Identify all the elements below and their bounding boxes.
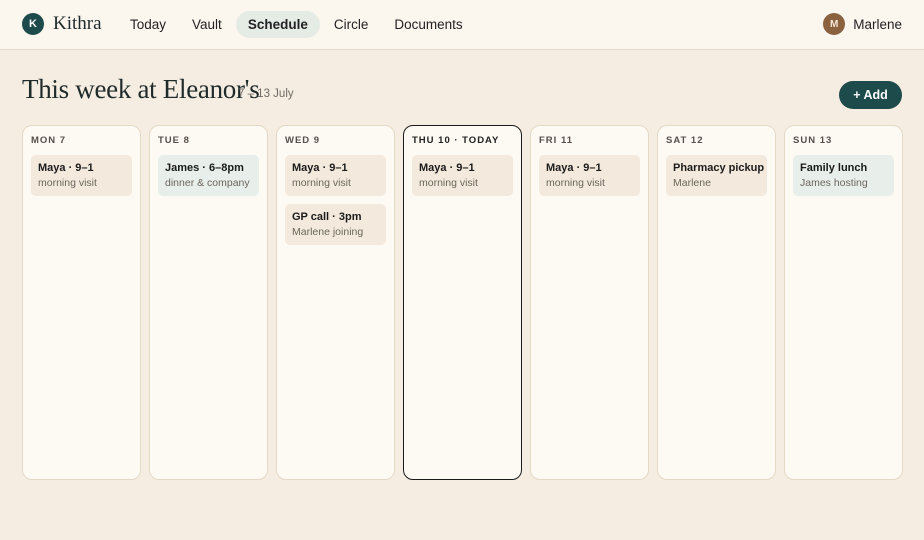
event-card[interactable]: Pharmacy pickup Marlene xyxy=(666,155,767,196)
event-list: Maya · 9–1 morning visit xyxy=(539,155,640,196)
app-logo[interactable]: K Kithra xyxy=(22,13,102,35)
event-subtitle: Marlene xyxy=(673,177,711,189)
nav-schedule[interactable]: Schedule xyxy=(235,11,320,38)
day-column[interactable]: FRI 11 Maya · 9–1 morning visit xyxy=(530,125,649,480)
event-title: Family lunch xyxy=(800,162,868,174)
event-title: James · 6–8pm xyxy=(165,162,244,174)
day-header: SUN 13 xyxy=(793,135,833,146)
day-header: FRI 11 xyxy=(539,135,573,146)
event-card[interactable]: GP call · 3pm Marlene joining xyxy=(285,204,386,245)
day-column[interactable]: SUN 13 Family lunch James hosting xyxy=(784,125,903,480)
week-grid: MON 7 Maya · 9–1 morning visit TUE 8 James ·… xyxy=(22,125,903,480)
event-card[interactable]: Family lunch James hosting xyxy=(793,155,894,196)
event-subtitle: morning visit xyxy=(419,177,478,189)
day-header: WED 9 xyxy=(285,135,321,146)
user-name: Marlene xyxy=(853,16,902,32)
event-title: Maya · 9–1 xyxy=(546,162,602,174)
day-header: THU 10 · TODAY xyxy=(412,135,500,146)
event-subtitle: morning visit xyxy=(38,177,97,189)
event-card[interactable]: Maya · 9–1 morning visit xyxy=(285,155,386,196)
event-subtitle: morning visit xyxy=(546,177,605,189)
event-card[interactable]: James · 6–8pm dinner & company xyxy=(158,155,259,196)
user-menu[interactable]: M Marlene xyxy=(823,13,902,35)
event-list: Maya · 9–1 morning visit xyxy=(412,155,513,196)
event-title: Maya · 9–1 xyxy=(419,162,475,174)
day-column[interactable]: SAT 12 Pharmacy pickup Marlene xyxy=(657,125,776,480)
event-title: GP call · 3pm xyxy=(292,211,362,223)
event-card[interactable]: Maya · 9–1 morning visit xyxy=(539,155,640,196)
day-header: MON 7 xyxy=(31,135,67,146)
day-header: TUE 8 xyxy=(158,135,190,146)
event-subtitle: morning visit xyxy=(292,177,351,189)
event-subtitle: James hosting xyxy=(800,177,868,189)
event-title: Pharmacy pickup xyxy=(673,162,765,174)
event-list: James · 6–8pm dinner & company xyxy=(158,155,259,196)
event-list: Maya · 9–1 morning visit xyxy=(31,155,132,196)
event-list: Maya · 9–1 morning visit GP call · 3pm Marl… xyxy=(285,155,386,245)
day-header: SAT 12 xyxy=(666,135,704,146)
avatar: M xyxy=(823,13,846,35)
date-range: 7 – 13 July xyxy=(238,88,294,100)
nav-vault[interactable]: Vault xyxy=(180,11,234,38)
app-name: Kithra xyxy=(53,13,102,34)
event-subtitle: dinner & company xyxy=(165,177,250,189)
day-column[interactable]: TUE 8 James · 6–8pm dinner & company xyxy=(149,125,268,480)
nav-circle[interactable]: Circle xyxy=(322,11,381,38)
event-card[interactable]: Maya · 9–1 morning visit xyxy=(412,155,513,196)
event-subtitle: Marlene joining xyxy=(292,226,364,238)
logo-mark-icon: K xyxy=(22,13,44,35)
main-nav: Today Vault Schedule Circle Documents xyxy=(118,11,477,38)
event-list: Family lunch James hosting xyxy=(793,155,894,196)
add-button[interactable]: + Add xyxy=(839,81,902,109)
page-title: This week at Eleanor's xyxy=(22,74,260,104)
event-title: Maya · 9–1 xyxy=(38,162,94,174)
nav-documents[interactable]: Documents xyxy=(382,11,474,38)
event-title: Maya · 9–1 xyxy=(292,162,348,174)
day-column[interactable]: MON 7 Maya · 9–1 morning visit xyxy=(22,125,141,480)
day-column-today[interactable]: THU 10 · TODAY Maya · 9–1 morning visit xyxy=(403,125,522,480)
event-card[interactable]: Maya · 9–1 morning visit xyxy=(31,155,132,196)
event-list: Pharmacy pickup Marlene xyxy=(666,155,767,196)
top-navigation-bar: K Kithra Today Vault Schedule Circle Doc… xyxy=(0,0,924,50)
day-column[interactable]: WED 9 Maya · 9–1 morning visit GP call · 3p… xyxy=(276,125,395,480)
nav-today[interactable]: Today xyxy=(118,11,178,38)
